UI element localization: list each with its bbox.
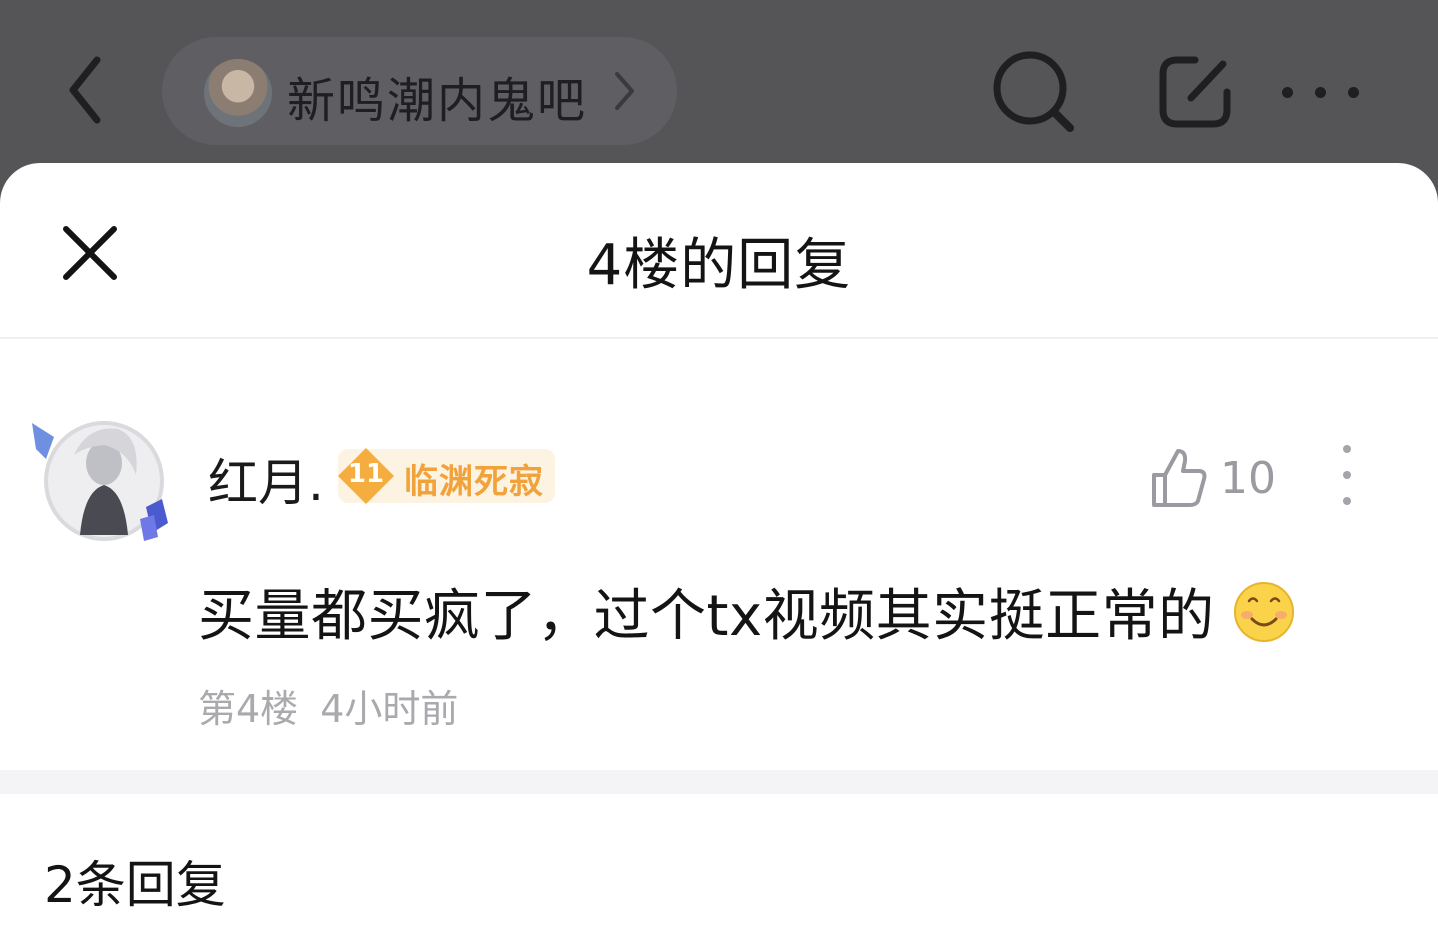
forum-name: 新鸣潮内鬼吧 — [287, 73, 588, 129]
forum-link[interactable]: 新鸣潮内鬼吧 — [162, 37, 677, 145]
edit-icon[interactable] — [1155, 52, 1235, 132]
level-number: 11 — [347, 459, 385, 489]
reply-sheet: 4楼的回复 红月. 11 临渊死寂 10 买量都买疯了，过个tx视频其实挺正常的 — [0, 163, 1438, 926]
reply-count: 2条回复 — [44, 856, 226, 914]
divider — [0, 337, 1438, 339]
more-icon-dot — [1315, 86, 1326, 98]
forum-avatar — [204, 59, 272, 127]
back-button[interactable] — [55, 50, 115, 130]
floor-label: 第4楼 — [198, 687, 299, 731]
level-title: 临渊死寂 — [404, 462, 544, 502]
search-icon[interactable] — [990, 48, 1078, 136]
chevron-right-icon — [615, 72, 634, 110]
like-button[interactable]: 10 — [1150, 443, 1276, 513]
like-count: 10 — [1220, 452, 1276, 504]
section-separator — [0, 770, 1438, 794]
more-icon-dot — [1282, 86, 1293, 98]
username[interactable]: 红月. — [208, 443, 324, 515]
smile-emoji-icon — [1233, 581, 1294, 642]
post-content: 买量都买疯了，过个tx视频其实挺正常的 — [198, 571, 1295, 652]
back-icon — [69, 56, 101, 124]
post-meta: 第4楼 4小时前 — [198, 678, 458, 733]
post-more-button[interactable] — [1333, 445, 1361, 505]
more-icon-dot — [1343, 497, 1351, 505]
sheet-title: 4楼的回复 — [586, 233, 852, 298]
post-time: 4小时前 — [320, 687, 459, 731]
avatar[interactable] — [28, 415, 173, 545]
more-icon-dot — [1343, 471, 1351, 479]
more-button[interactable] — [1282, 80, 1362, 104]
thumbs-up-icon — [1152, 449, 1207, 507]
top-bar: 新鸣潮内鬼吧 — [0, 0, 1438, 170]
level-badge: 11 临渊死寂 — [338, 448, 555, 504]
more-icon-dot — [1348, 86, 1359, 98]
post-text: 买量都买疯了，过个tx视频其实挺正常的 — [198, 584, 1215, 649]
more-icon-dot — [1343, 445, 1351, 453]
